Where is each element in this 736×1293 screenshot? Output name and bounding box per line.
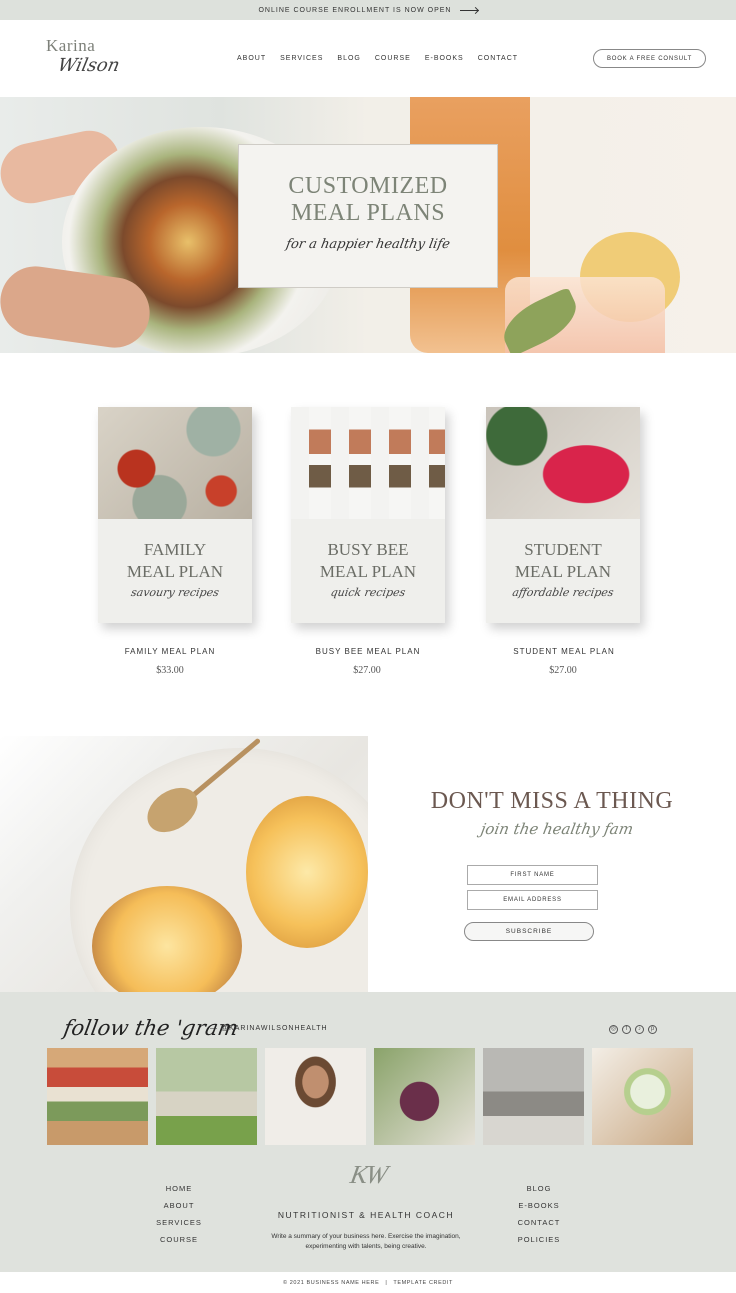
logo-last-name: Wilson (55, 55, 122, 76)
site-header: Karina Wilson ABOUT SERVICES BLOG COURSE… (0, 20, 736, 97)
product-name[interactable]: STUDENT MEAL PLAN (487, 647, 641, 656)
footer-link-policies[interactable]: POLICIES (489, 1231, 589, 1248)
instagram-feed (47, 1048, 693, 1145)
email-field[interactable]: EMAIL ADDRESS (467, 890, 598, 910)
instagram-post[interactable] (265, 1048, 366, 1145)
nav-services[interactable]: SERVICES (280, 55, 323, 62)
instagram-handle[interactable]: — @KARINAWILSONHEALTH (210, 1025, 328, 1032)
pinterest-icon[interactable]: p (648, 1025, 657, 1034)
main-nav: ABOUT SERVICES BLOG COURSE E-BOOKS CONTA… (237, 55, 518, 62)
announcement-text[interactable]: ONLINE COURSE ENROLLMENT IS NOW OPEN (258, 7, 451, 14)
hero-title-box: CUSTOMIZED MEAL PLANS for a happier heal… (238, 144, 498, 288)
arrow-right-icon[interactable] (459, 9, 478, 11)
instagram-post[interactable] (47, 1048, 148, 1145)
subscribe-button[interactable]: SUBSCRIBE (464, 922, 594, 941)
nav-ebooks[interactable]: E-BOOKS (425, 55, 464, 62)
first-name-field[interactable]: FIRST NAME (467, 865, 598, 885)
template-credit-link[interactable]: TEMPLATE CREDIT (393, 1280, 453, 1286)
footer-link-about[interactable]: ABOUT (129, 1197, 229, 1214)
nav-course[interactable]: COURSE (375, 55, 411, 62)
site-footer: follow the 'gram — @KARINAWILSONHEALTH ◎… (0, 992, 736, 1272)
instagram-post[interactable] (374, 1048, 475, 1145)
footer-link-ebooks[interactable]: E-BOOKS (489, 1197, 589, 1214)
footer-links-right: BLOG E-BOOKS CONTACT POLICIES (489, 1180, 589, 1248)
book-title-line2: MEAL PLAN (126, 562, 224, 581)
newsletter-script: join the healthy fam (479, 820, 635, 838)
footer-link-services[interactable]: SERVICES (129, 1214, 229, 1231)
footer-summary: Write a summary of your business here. E… (271, 1233, 461, 1250)
book-script: quick recipes (329, 586, 407, 599)
social-icons: ◎ f ♪ p (609, 1025, 657, 1034)
hero-title-line2: MEAL PLANS (290, 200, 446, 226)
footer-link-blog[interactable]: BLOG (489, 1180, 589, 1197)
footer-monogram: KW (348, 1160, 389, 1189)
instagram-post[interactable] (156, 1048, 257, 1145)
product-price: $27.00 (353, 665, 381, 676)
nav-blog[interactable]: BLOG (337, 55, 360, 62)
logo-first-name: Karina (46, 36, 96, 55)
product-price: $33.00 (156, 665, 184, 676)
book-script: savoury recipes (129, 586, 221, 599)
product-cover-busy-bee[interactable]: BUSY BEE MEAL PLAN quick recipes (291, 407, 445, 623)
instagram-post[interactable] (483, 1048, 584, 1145)
book-title-line2: MEAL PLAN (514, 562, 612, 581)
copyright-text: © 2021 BUSINESS NAME HERE (282, 1279, 380, 1286)
footer-tagline: NUTRITIONIST & HEALTH COACH (277, 1210, 455, 1220)
nav-about[interactable]: ABOUT (237, 55, 266, 62)
nav-contact[interactable]: CONTACT (478, 55, 518, 62)
products-section: FAMILY MEAL PLAN savoury recipes FAMILY … (0, 353, 736, 736)
newsletter-image (0, 736, 368, 992)
book-title-line1: STUDENT (524, 540, 602, 559)
product-image (98, 407, 252, 519)
facebook-icon[interactable]: f (622, 1025, 631, 1034)
product-price: $27.00 (549, 665, 577, 676)
footer-link-contact[interactable]: CONTACT (489, 1214, 589, 1231)
product-cover-student[interactable]: STUDENT MEAL PLAN affordable recipes (486, 407, 640, 623)
separator: | (385, 1279, 388, 1286)
hero-script: for a happier healthy life (284, 237, 452, 252)
product-image (486, 407, 640, 519)
footer-links-left: HOME ABOUT SERVICES COURSE (129, 1180, 229, 1248)
hero-title-line1: CUSTOMIZED (288, 173, 448, 199)
instagram-post[interactable] (592, 1048, 693, 1145)
grapefruit-half (246, 796, 368, 948)
copyright-bar: © 2021 BUSINESS NAME HERE | TEMPLATE CRE… (0, 1272, 736, 1293)
tiktok-icon[interactable]: ♪ (635, 1025, 644, 1034)
book-title-line1: BUSY BEE (327, 540, 409, 559)
book-title-line2: MEAL PLAN (319, 562, 417, 581)
book-title-line1: FAMILY (143, 540, 207, 559)
announcement-bar[interactable]: ONLINE COURSE ENROLLMENT IS NOW OPEN (0, 0, 736, 20)
newsletter-section: DON'T MISS A THING join the healthy fam … (0, 736, 736, 992)
product-name[interactable]: FAMILY MEAL PLAN (93, 647, 247, 656)
product-name[interactable]: BUSY BEE MEAL PLAN (291, 647, 445, 656)
book-script: affordable recipes (511, 586, 615, 599)
footer-link-home[interactable]: HOME (129, 1180, 229, 1197)
logo[interactable]: Karina Wilson (46, 36, 126, 84)
product-cover-family[interactable]: FAMILY MEAL PLAN savoury recipes (98, 407, 252, 623)
book-consult-button[interactable]: BOOK A FREE CONSULT (593, 49, 706, 68)
instagram-icon[interactable]: ◎ (609, 1025, 618, 1034)
product-image (291, 407, 445, 519)
newsletter-title: DON'T MISS A THING (430, 788, 674, 814)
footer-link-course[interactable]: COURSE (129, 1231, 229, 1248)
